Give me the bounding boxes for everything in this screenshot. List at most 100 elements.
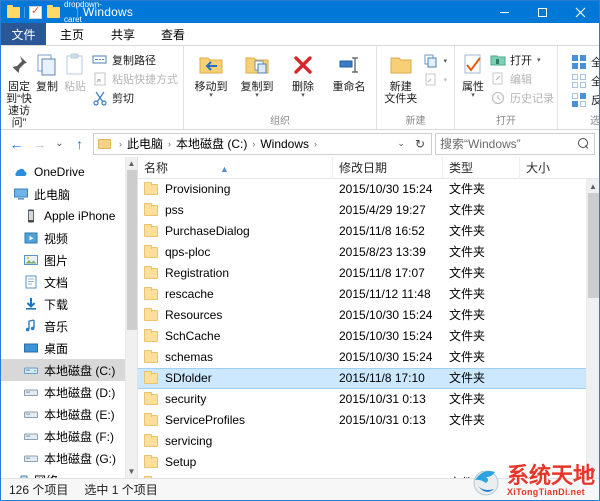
pin-to-quick-access-button[interactable]: 固定到“快 速访问” xyxy=(5,49,33,129)
new-item-button[interactable]: ▾ xyxy=(420,52,450,70)
column-header-name[interactable]: 名称 ▲ xyxy=(138,156,333,179)
sidebar-item-local-disk-e[interactable]: 本地磁盘 (E:) xyxy=(1,403,137,425)
breadcrumb-separator-3[interactable]: › xyxy=(310,139,321,149)
breadcrumb-local-disk-c[interactable]: 本地磁盘 (C:) xyxy=(175,135,248,152)
forward-button[interactable]: → xyxy=(28,132,51,155)
properties-caret-icon[interactable]: ▾ xyxy=(471,92,475,99)
navpane-scroll-up-icon[interactable]: ▲ xyxy=(126,157,137,170)
tab-view[interactable]: 查看 xyxy=(148,23,198,45)
invert-selection-button[interactable]: 反向选择 xyxy=(568,91,599,109)
table-row[interactable]: SchCache 2015/10/30 15:24 文件夹 xyxy=(138,326,599,347)
properties-button[interactable]: 属性 ▾ xyxy=(459,49,487,99)
sidebar-item-local-disk-g[interactable]: 本地磁盘 (G:) xyxy=(1,447,137,469)
recent-locations-button[interactable]: ⌄ xyxy=(51,132,68,155)
copy-path-button[interactable]: 复制路径 xyxy=(89,51,181,69)
search-input[interactable]: 搜索“Windows” xyxy=(440,135,577,152)
qat-properties-icon[interactable] xyxy=(28,4,43,20)
table-row[interactable]: security 2015/10/31 0:13 文件夹 xyxy=(138,389,599,410)
table-row[interactable]: qps-ploc 2015/8/23 13:39 文件夹 xyxy=(138,242,599,263)
open-caret-icon[interactable]: ▾ xyxy=(537,56,541,64)
copy-to-button[interactable]: 复制到 ▾ xyxy=(234,49,280,99)
sidebar-item-videos[interactable]: 视频 xyxy=(1,227,137,249)
breadcrumb-bar[interactable]: › 此电脑 › 本地磁盘 (C:) › Windows › ⌄ ↻ xyxy=(93,132,432,155)
navpane-scroll-thumb[interactable] xyxy=(127,170,137,330)
breadcrumb-separator-0[interactable]: › xyxy=(115,139,126,149)
navpane-scrollbar[interactable]: ▲ ▼ xyxy=(125,157,137,478)
copy-to-caret-icon[interactable]: ▾ xyxy=(255,92,259,99)
paste-button[interactable]: 粘贴 xyxy=(61,49,89,93)
sidebar-item-onedrive[interactable]: OneDrive xyxy=(1,161,137,183)
back-button[interactable]: ← xyxy=(5,132,28,155)
list-scroll-down-icon[interactable]: ▼ xyxy=(587,464,599,478)
list-scroll-up-icon[interactable]: ▲ xyxy=(587,179,599,193)
sidebar-item-local-disk-f[interactable]: 本地磁盘 (F:) xyxy=(1,425,137,447)
column-header-size[interactable]: 大小 xyxy=(520,157,599,179)
select-none-button[interactable]: 全部取消 xyxy=(568,72,599,90)
file-list-scrollbar[interactable]: ▲ ▼ xyxy=(586,179,599,478)
table-row[interactable]: pss 2015/4/29 19:27 文件夹 xyxy=(138,200,599,221)
breadcrumb-windows[interactable]: Windows xyxy=(259,137,310,151)
select-all-button[interactable]: 全部选择 xyxy=(568,53,599,71)
tab-share[interactable]: 共享 xyxy=(98,23,148,45)
rename-button[interactable]: 重命名 xyxy=(326,49,372,93)
column-header-type[interactable]: 类型 xyxy=(443,156,520,179)
table-row[interactable]: Setup xyxy=(138,452,599,473)
table-row[interactable]: Registration 2015/11/8 17:07 文件夹 xyxy=(138,263,599,284)
sidebar-item-network[interactable]: 网络 xyxy=(1,469,137,478)
maximize-button[interactable] xyxy=(523,1,561,23)
file-name-cell: qps-ploc xyxy=(138,242,333,263)
sidebar-item-local-disk-c[interactable]: 本地磁盘 (C:) xyxy=(1,359,137,381)
easy-access-caret-icon[interactable]: ▾ xyxy=(443,76,447,84)
file-name: security xyxy=(165,392,207,406)
sidebar-label: 本地磁盘 (D:) xyxy=(44,385,116,400)
table-row[interactable]: Resources 2015/10/30 15:24 文件夹 xyxy=(138,305,599,326)
list-scroll-thumb[interactable] xyxy=(588,193,599,298)
file-type: 文件夹 xyxy=(449,287,486,301)
table-row[interactable]: schemas 2015/10/30 15:24 文件夹 xyxy=(138,347,599,368)
table-row[interactable]: PurchaseDialog 2015/11/8 16:52 文件夹 xyxy=(138,221,599,242)
sidebar-item-this-pc[interactable]: 此电脑 xyxy=(1,183,137,205)
documents-icon xyxy=(23,274,39,290)
column-header-name-label: 名称 xyxy=(144,160,169,175)
search-box[interactable]: 搜索“Windows” xyxy=(435,132,595,155)
minimize-button[interactable] xyxy=(485,1,523,23)
breadcrumb-separator-1[interactable]: › xyxy=(164,139,175,149)
table-row[interactable]: servicing xyxy=(138,431,599,452)
delete-caret-icon[interactable]: ▾ xyxy=(301,92,305,99)
new-item-caret-icon[interactable]: ▾ xyxy=(443,57,447,65)
delete-button[interactable]: 删除 ▾ xyxy=(280,49,326,99)
sidebar-item-local-disk-d[interactable]: 本地磁盘 (D:) xyxy=(1,381,137,403)
navpane-scroll-down-icon[interactable]: ▼ xyxy=(126,465,137,478)
desktop-icon xyxy=(23,340,39,356)
column-header-date[interactable]: 修改日期 xyxy=(333,156,443,179)
qat-new-folder-icon[interactable] xyxy=(46,4,61,20)
paste-shortcut-button[interactable]: 粘贴快捷方式 xyxy=(89,70,181,88)
move-to-button[interactable]: 移动到 ▾ xyxy=(188,49,234,99)
qat-customize-caret-icon[interactable]: dropdown-caret xyxy=(64,1,102,27)
sidebar-item-desktop[interactable]: 桌面 xyxy=(1,337,137,359)
table-row[interactable]: rescache 2015/11/12 11:48 文件夹 xyxy=(138,284,599,305)
cut-button[interactable]: 剪切 xyxy=(89,89,181,107)
close-button[interactable] xyxy=(561,1,599,23)
sidebar-item-documents[interactable]: 文档 xyxy=(1,271,137,293)
breadcrumb-separator-2[interactable]: › xyxy=(248,139,259,149)
easy-access-button[interactable]: ▾ xyxy=(420,71,450,89)
table-row[interactable]: ServiceProfiles 2015/10/31 0:13 文件夹 xyxy=(138,410,599,431)
refresh-icon[interactable]: ↻ xyxy=(411,137,429,151)
sidebar-item-pictures[interactable]: 图片 xyxy=(1,249,137,271)
sidebar-item-downloads[interactable]: 下载 xyxy=(1,293,137,315)
move-to-caret-icon[interactable]: ▾ xyxy=(209,92,213,99)
copy-button[interactable]: 复制 xyxy=(33,49,61,93)
open-button[interactable]: 打开 ▾ xyxy=(487,51,557,69)
sidebar-item-apple-iphone[interactable]: Apple iPhone xyxy=(1,205,137,227)
edit-button[interactable]: 编辑 xyxy=(487,70,557,88)
table-row[interactable]: Provisioning 2015/10/30 15:24 文件夹 xyxy=(138,179,599,200)
new-folder-button[interactable]: 新建 文件夹 xyxy=(381,49,420,105)
table-row-selected[interactable]: SDfolder 2015/11/8 17:10 文件夹 xyxy=(138,368,599,389)
breadcrumb-dropdown-icon[interactable]: ⌄ xyxy=(393,138,409,149)
history-button[interactable]: 历史记录 xyxy=(487,89,557,107)
ribbon-tab-row: 文件 主页 共享 查看 xyxy=(1,23,599,46)
breadcrumb-this-pc[interactable]: 此电脑 xyxy=(126,135,164,152)
sidebar-item-music[interactable]: 音乐 xyxy=(1,315,137,337)
up-button[interactable]: ↑ xyxy=(68,132,91,155)
